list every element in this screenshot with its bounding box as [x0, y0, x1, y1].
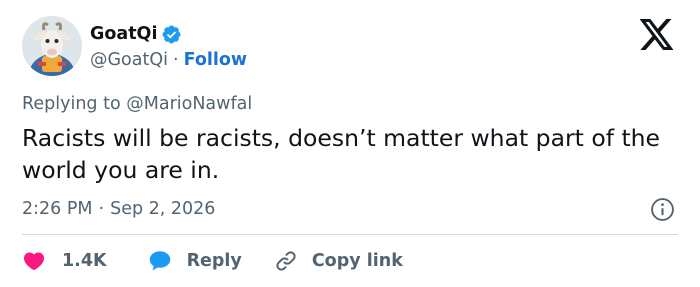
goat-avatar-image: [22, 16, 82, 76]
timestamp-separator: ·: [98, 199, 105, 219]
tweet-timestamp[interactable]: 2:26 PM · Sep 2, 2026: [22, 197, 215, 221]
follow-button[interactable]: Follow: [184, 50, 247, 70]
handle-separator: ·: [173, 50, 179, 70]
author-handle[interactable]: @GoatQi: [90, 50, 168, 70]
replying-to-prefix: Replying to: [22, 94, 121, 114]
like-count: 1.4K: [62, 251, 107, 271]
like-button[interactable]: 1.4K: [22, 249, 107, 273]
tweet-actions: 1.4K Reply Copy link: [22, 248, 403, 274]
author-display-name[interactable]: GoatQi: [90, 24, 157, 44]
info-icon[interactable]: [650, 197, 675, 222]
author-handle-row: @GoatQi · Follow: [90, 48, 247, 72]
avatar[interactable]: [22, 16, 82, 76]
copy-link-button[interactable]: Copy link: [274, 249, 403, 273]
replying-to-line: Replying to @MarioNawfal: [22, 94, 252, 114]
tweet-date: Sep 2, 2026: [110, 199, 216, 219]
reply-label: Reply: [186, 251, 242, 271]
verified-badge-icon: [161, 24, 182, 45]
copy-link-label: Copy link: [311, 251, 403, 271]
author-name-row: GoatQi: [90, 22, 182, 46]
replying-to-mention[interactable]: @MarioNawfal: [126, 94, 252, 114]
reply-button[interactable]: Reply: [147, 249, 242, 273]
x-logo-icon[interactable]: [639, 19, 675, 50]
speech-bubble-icon: [149, 251, 170, 271]
heart-icon: [23, 252, 45, 271]
tweet-time: 2:26 PM: [22, 199, 93, 219]
link-icon: [276, 251, 296, 271]
tweet-text: Racists will be racists, doesn’t matter …: [22, 124, 661, 184]
divider: [22, 234, 678, 235]
